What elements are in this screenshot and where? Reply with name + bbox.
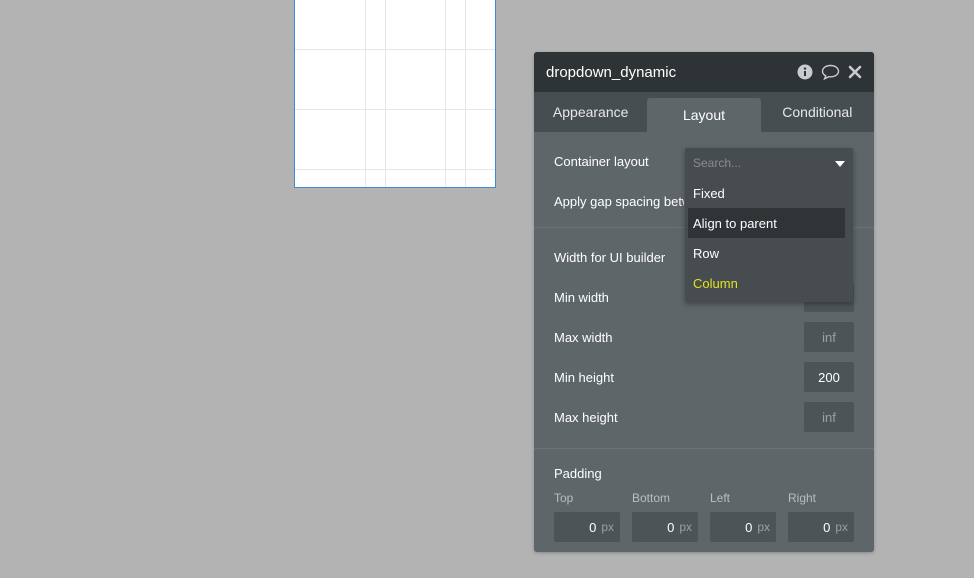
container-layout-dropdown[interactable]: Search... Fixed Align to parent Row Colu… <box>685 148 853 302</box>
gap-spacing-label: Apply gap spacing betw <box>554 193 684 209</box>
gap-spacing-row: Apply gap spacing betw <box>554 186 684 216</box>
option-fixed[interactable]: Fixed <box>688 178 845 208</box>
option-row[interactable]: Row <box>688 238 845 268</box>
padding-right-value: 0 <box>823 519 831 535</box>
padding-left-value: 0 <box>745 519 753 535</box>
max-width-row: Max width inf <box>554 322 854 352</box>
unit-label: px <box>757 520 770 534</box>
grid-line <box>295 49 495 50</box>
padding-bottom-value: 0 <box>667 519 675 535</box>
dropdown-search[interactable]: Search... <box>685 148 853 178</box>
canvas-element-grid[interactable] <box>294 0 496 188</box>
padding-bottom-input[interactable]: 0 px <box>632 512 698 542</box>
unit-label: px <box>679 520 692 534</box>
padding-right-label: Right <box>788 491 817 505</box>
grid-line <box>295 109 495 110</box>
padding-left-label: Left <box>710 491 731 505</box>
info-icon[interactable] <box>797 64 813 80</box>
max-height-row: Max height inf <box>554 402 854 432</box>
grid-line <box>445 0 446 187</box>
padding-title: Padding <box>554 466 602 481</box>
tab-appearance[interactable]: Appearance <box>534 92 647 132</box>
panel-title: dropdown_dynamic <box>546 63 677 81</box>
container-layout-label: Container layout <box>554 153 649 169</box>
grid-line <box>465 0 466 187</box>
min-height-row: Min height 200 <box>554 362 854 392</box>
tab-layout[interactable]: Layout <box>647 98 761 132</box>
min-height-label: Min height <box>554 369 614 385</box>
close-icon[interactable] <box>848 65 862 79</box>
chevron-down-icon[interactable] <box>835 156 845 170</box>
panel-header[interactable]: dropdown_dynamic <box>534 52 874 92</box>
width-ui-builder-label: Width for UI builder <box>554 249 666 265</box>
search-placeholder: Search... <box>693 156 742 170</box>
tab-conditional[interactable]: Conditional <box>761 92 874 132</box>
comment-icon[interactable] <box>821 64 840 80</box>
padding-bottom-label: Bottom <box>632 491 671 505</box>
max-width-input[interactable]: inf <box>804 322 854 352</box>
unit-label: px <box>835 520 848 534</box>
max-height-input[interactable]: inf <box>804 402 854 432</box>
max-width-label: Max width <box>554 329 613 345</box>
padding-top-value: 0 <box>589 519 597 535</box>
property-editor-panel: dropdown_dynamic Appearance Layout Condi… <box>534 52 874 552</box>
min-height-input[interactable]: 200 <box>804 362 854 392</box>
grid-line <box>295 169 495 170</box>
padding-right-input[interactable]: 0 px <box>788 512 854 542</box>
unit-label: px <box>601 520 614 534</box>
padding-labels: Top Bottom Left Right <box>554 491 854 505</box>
min-width-label: Min width <box>554 289 609 305</box>
option-align-to-parent[interactable]: Align to parent <box>688 208 845 238</box>
option-column[interactable]: Column <box>688 268 845 298</box>
max-height-label: Max height <box>554 409 618 425</box>
padding-top-input[interactable]: 0 px <box>554 512 620 542</box>
divider <box>534 448 874 449</box>
tab-bar: Appearance Layout Conditional <box>534 92 874 132</box>
padding-inputs: 0 px 0 px 0 px 0 px <box>554 512 854 542</box>
padding-top-label: Top <box>554 491 574 505</box>
grid-line <box>385 0 386 187</box>
padding-left-input[interactable]: 0 px <box>710 512 776 542</box>
grid-line <box>365 0 366 187</box>
